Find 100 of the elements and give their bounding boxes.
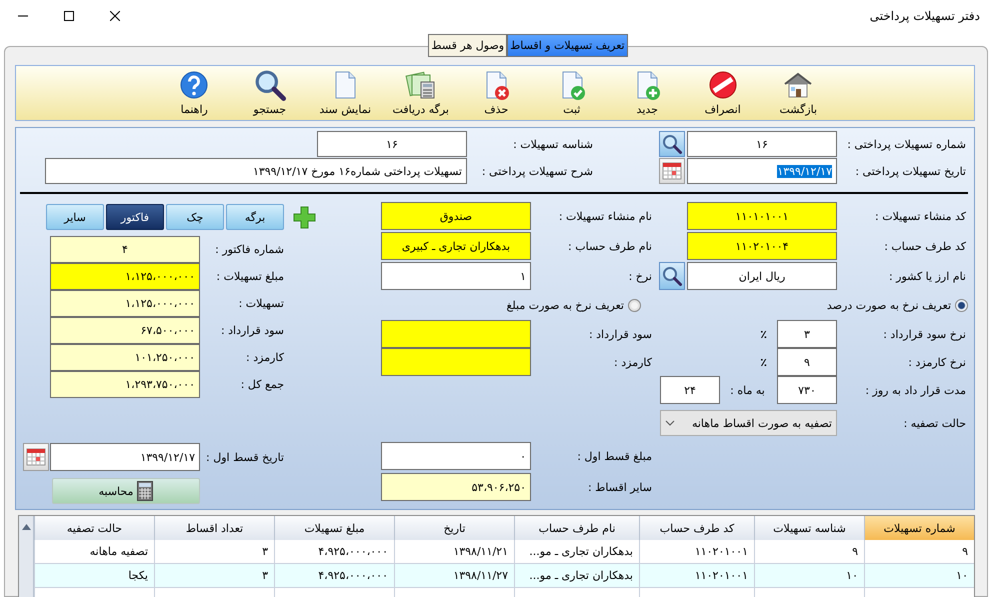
- field-label: کارمزد :: [613, 354, 653, 371]
- text-field[interactable]: ۱۱۰۱۰۱۰۰۱: [687, 202, 837, 230]
- dropdown[interactable]: تصفیه به صورت اقساط ماهانه: [660, 410, 837, 436]
- text-field[interactable]: ۱،۲۹۳،۷۵۰،۰۰۰: [50, 371, 200, 398]
- text-field[interactable]: ۳: [777, 320, 837, 348]
- table-cell: ۹: [754, 540, 864, 564]
- radio-option[interactable]: تعریف نرخ به صورت درصد: [826, 290, 968, 320]
- text-field[interactable]: ۱: [381, 262, 531, 290]
- table-cell: یکجا: [34, 564, 154, 588]
- field-label: جمع کل :: [240, 377, 285, 393]
- toolbar-button[interactable]: جستجو: [232, 66, 308, 120]
- date-field[interactable]: ۱۳۹۹/۱۲/۱۷: [687, 158, 837, 184]
- toolbar-button[interactable]: انصراف: [685, 66, 760, 120]
- text-field[interactable]: صندوق: [381, 202, 531, 230]
- table-cell: ۴،۹۲۵،۰۰۰،۰۰۰: [274, 564, 394, 588]
- receipt-calculator-icon: [404, 69, 437, 101]
- calendar-button[interactable]: [659, 158, 685, 184]
- text-field[interactable]: ۱،۱۲۵،۰۰۰،۰۰۰: [50, 263, 200, 290]
- text-field[interactable]: ریال ایران: [687, 262, 837, 290]
- text-field[interactable]: ۴: [50, 236, 200, 263]
- toolbar-button[interactable]: راهنما: [156, 66, 232, 120]
- table-cell: بدهکاران تجاری ـ مو...: [514, 564, 639, 588]
- radio-option[interactable]: تعریف نرخ به صورت مبلغ: [506, 290, 641, 320]
- search-button[interactable]: [659, 262, 685, 290]
- text-field[interactable]: تسهیلات پرداختی شماره۱۶ مورخ ۱۳۹۹/۱۲/۱۷: [45, 158, 467, 184]
- text-field[interactable]: ۱۶: [317, 131, 467, 157]
- table-cell: ۳: [154, 540, 274, 564]
- text-field[interactable]: ۱۱۰۲۰۱۰۰۴: [687, 232, 837, 260]
- toolbar-button[interactable]: جدید: [610, 66, 685, 120]
- toolbar-button[interactable]: حذف: [458, 66, 534, 120]
- prohibited-icon: [706, 69, 739, 101]
- field-label: مبلغ قسط اول :: [576, 448, 653, 465]
- field-label: کد طرف حساب :: [883, 238, 967, 255]
- table-cell: ۳: [154, 564, 274, 588]
- column-header[interactable]: حالت تصفیه: [34, 516, 154, 542]
- field-label: نام منشاء تسهیلات :: [558, 208, 653, 225]
- table-cell: ۱۰: [864, 564, 974, 588]
- calendar-icon: [26, 448, 46, 466]
- table-cell: ۱۰: [754, 564, 864, 588]
- column-header[interactable]: تاریخ: [394, 516, 514, 542]
- field-label: تسهیلات :: [238, 296, 285, 312]
- text-field[interactable]: ۱۰۱،۲۵۰،۰۰۰: [50, 344, 200, 371]
- field-label: حالت تصفیه :: [902, 416, 967, 432]
- calendar-button[interactable]: [23, 443, 49, 471]
- calculator-icon: [137, 481, 154, 501]
- type-button[interactable]: برگه: [226, 204, 284, 230]
- text-field[interactable]: ۱۳۹۹/۱۲/۱۷: [50, 443, 200, 471]
- toolbar-button[interactable]: بازگشت: [760, 66, 836, 120]
- text-field[interactable]: ۷۳۰: [777, 376, 837, 404]
- column-header[interactable]: شماره تسهیلات: [864, 516, 974, 542]
- column-header[interactable]: نام طرف حساب: [514, 516, 639, 542]
- window-title: دفتر تسهیلات پرداختی: [870, 9, 980, 23]
- text-field[interactable]: [381, 320, 531, 348]
- tab[interactable]: وصول هر قسط: [428, 34, 508, 57]
- field-label: کد منشاء تسهیلات :: [874, 208, 967, 225]
- text-field[interactable]: ۵۳،۹۰۶،۲۵۰: [381, 473, 531, 501]
- text-field[interactable]: ۱۶: [687, 131, 837, 157]
- calculate-button[interactable]: محاسبه: [52, 478, 200, 504]
- percent-sign: ٪: [760, 354, 767, 370]
- column-header[interactable]: مبلغ تسهیلات: [274, 516, 394, 542]
- toolbar-button[interactable]: ثبت: [534, 66, 610, 120]
- column-header[interactable]: کد طرف حساب: [639, 516, 754, 542]
- field-label: شرح تسهیلات پرداختی :: [480, 164, 594, 180]
- maximize-icon: [64, 11, 74, 21]
- type-button[interactable]: چک: [166, 204, 224, 230]
- text-field[interactable]: بدهکاران تجاری ـ کبیری: [381, 232, 531, 260]
- percent-sign: ٪: [760, 326, 767, 342]
- field-label: سود قرارداد :: [220, 323, 285, 339]
- text-field[interactable]: ۰: [381, 442, 531, 470]
- field-label: سایر اقساط :: [586, 480, 653, 496]
- table-cell: ۱۱۰۲۰۱۰۰۱: [639, 540, 754, 564]
- table-cell: ۴،۹۲۵،۰۰۰،۰۰۰: [274, 540, 394, 564]
- column-header[interactable]: شناسه تسهیلات: [754, 516, 864, 542]
- toolbar-button[interactable]: نمایش سند: [308, 66, 383, 120]
- type-button[interactable]: فاکتور: [106, 204, 164, 230]
- column-header[interactable]: تعداد اقساط: [154, 516, 274, 542]
- help-icon: [178, 69, 210, 101]
- text-field[interactable]: ۹: [777, 348, 837, 376]
- text-field[interactable]: ۱،۱۲۵،۰۰۰،۰۰۰: [50, 290, 200, 317]
- type-button[interactable]: سایر: [46, 204, 104, 230]
- table-cell: بدهکاران تجاری ـ مو...: [514, 540, 639, 564]
- toolbar-button[interactable]: برگه دریافت: [383, 66, 458, 120]
- table-cell: ۱۳۹۸/۱۱/۲۷: [394, 564, 514, 588]
- tab[interactable]: تعریف تسهیلات و اقساط: [507, 34, 628, 57]
- plus-icon[interactable]: [292, 204, 317, 230]
- scrollbar[interactable]: [19, 516, 34, 597]
- search-icon: [254, 69, 286, 101]
- field-label: نرخ کارمزد :: [907, 354, 967, 371]
- text-field[interactable]: ۶۷،۵۰۰،۰۰۰: [50, 317, 200, 344]
- close-icon: [110, 11, 120, 21]
- table-cell: ۱۱۰۲۰۱۰۰۱: [639, 564, 754, 588]
- search-button[interactable]: [659, 131, 685, 157]
- text-field[interactable]: [381, 348, 531, 376]
- search-icon: [662, 266, 682, 286]
- field-label: نام ارز یا کشور :: [888, 268, 967, 285]
- field-label: به ماه :: [729, 382, 766, 398]
- text-field[interactable]: ۲۴: [660, 376, 720, 404]
- calendar-icon: [662, 162, 682, 180]
- field-label: مبلغ تسهیلات :: [215, 269, 285, 285]
- field-label: شناسه تسهیلات :: [512, 136, 594, 153]
